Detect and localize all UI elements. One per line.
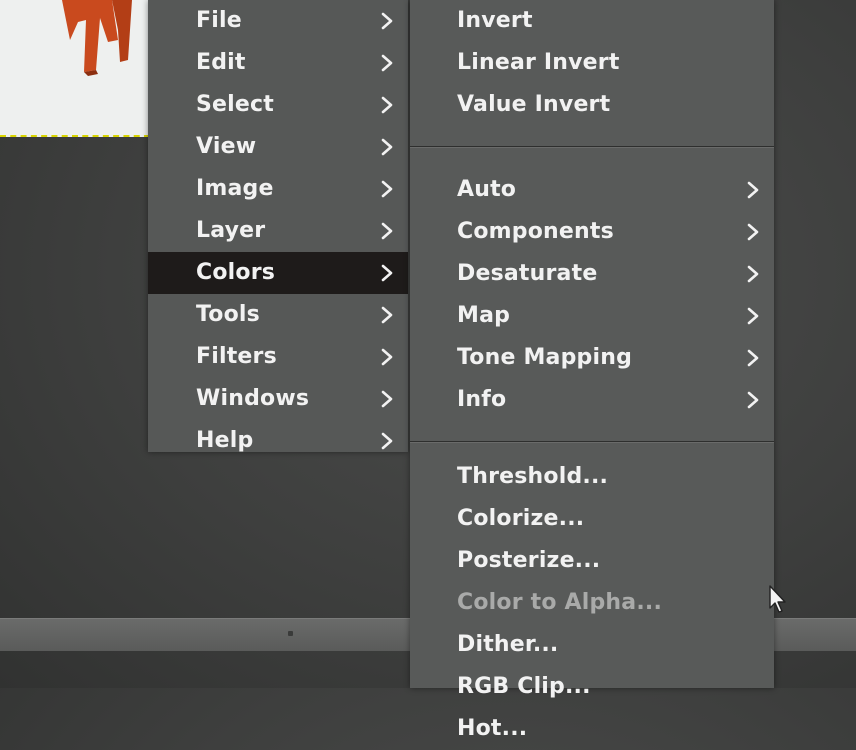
menu-item-label: Windows [196, 386, 310, 411]
menu-item-filters[interactable]: Filters [148, 336, 408, 378]
chevron-right-icon [381, 180, 393, 198]
menu-spacer [410, 148, 774, 169]
menu-item-label: Help [196, 428, 254, 453]
menu-item-view[interactable]: View [148, 126, 408, 168]
menu-item-file[interactable]: File [148, 0, 408, 42]
menu-spacer [410, 443, 774, 456]
menu-item-label: Hot... [457, 716, 528, 741]
menu-item-layer[interactable]: Layer [148, 210, 408, 252]
menu-item-label: Threshold... [457, 464, 609, 489]
menu-item-label: Desaturate [457, 261, 598, 286]
canvas-image-preview [0, 0, 150, 137]
menu-item-label: Image [196, 176, 274, 201]
menu-item-hot[interactable]: Hot... [410, 708, 774, 750]
chevron-right-icon [381, 306, 393, 324]
chevron-right-icon [381, 54, 393, 72]
menu-item-label: Dither... [457, 632, 559, 657]
menu-item-label: Linear Invert [457, 50, 620, 75]
menu-item-label: RGB Clip... [457, 674, 591, 699]
menu-item-info[interactable]: Info [410, 379, 774, 421]
mouse-cursor-icon [769, 585, 786, 613]
menu-item-label: Map [457, 303, 511, 328]
menu-item-label: Colors [196, 260, 276, 285]
menu-spacer [410, 126, 774, 146]
menu-item-dither[interactable]: Dither... [410, 624, 774, 666]
menu-item-label: Tools [196, 302, 260, 327]
menu-item-label: Value Invert [457, 92, 611, 117]
menu-item-tools[interactable]: Tools [148, 294, 408, 336]
chevron-right-icon [381, 348, 393, 366]
chevron-right-icon [747, 307, 759, 325]
menu-item-label: Edit [196, 50, 246, 75]
menu-item-label: Info [457, 387, 507, 412]
menu-item-value-invert[interactable]: Value Invert [410, 84, 774, 126]
menu-item-label: Colorize... [457, 506, 585, 531]
menu-item-label: Filters [196, 344, 277, 369]
menu-item-label: Invert [457, 8, 533, 33]
chevron-right-icon [747, 181, 759, 199]
menu-spacer [410, 421, 774, 441]
menu-item-label: Tone Mapping [457, 345, 633, 370]
menu-item-invert[interactable]: Invert [410, 0, 774, 42]
menu-item-help[interactable]: Help [148, 420, 408, 462]
menu-item-rgb-clip[interactable]: RGB Clip... [410, 666, 774, 708]
menu-item-threshold[interactable]: Threshold... [410, 456, 774, 498]
chevron-right-icon [747, 349, 759, 367]
chevron-right-icon [381, 432, 393, 450]
menu-item-select[interactable]: Select [148, 84, 408, 126]
menu-item-color-to-alpha: Color to Alpha... [410, 582, 774, 624]
chevron-right-icon [381, 390, 393, 408]
menu-item-label: View [196, 134, 257, 159]
menu-item-desaturate[interactable]: Desaturate [410, 253, 774, 295]
menu-item-image[interactable]: Image [148, 168, 408, 210]
chevron-right-icon [381, 96, 393, 114]
menu-item-components[interactable]: Components [410, 211, 774, 253]
menu-item-colorize[interactable]: Colorize... [410, 498, 774, 540]
chevron-right-icon [381, 264, 393, 282]
menu-item-linear-invert[interactable]: Linear Invert [410, 42, 774, 84]
menu-item-edit[interactable]: Edit [148, 42, 408, 84]
chevron-right-icon [381, 138, 393, 156]
menu-item-label: Select [196, 92, 274, 117]
chevron-right-icon [381, 12, 393, 30]
menu-item-label: Posterize... [457, 548, 601, 573]
menu-item-label: Layer [196, 218, 266, 243]
menu-item-tone-mapping[interactable]: Tone Mapping [410, 337, 774, 379]
scrollbar-grip[interactable] [288, 631, 293, 636]
chevron-right-icon [381, 222, 393, 240]
menu-item-label: File [196, 8, 242, 33]
menu-item-posterize[interactable]: Posterize... [410, 540, 774, 582]
menu-item-label: Color to Alpha... [457, 590, 663, 615]
menu-item-map[interactable]: Map [410, 295, 774, 337]
menu-item-windows[interactable]: Windows [148, 378, 408, 420]
colors-submenu: Invert Linear Invert Value Invert Auto C… [410, 0, 774, 741]
menu-item-colors[interactable]: Colors [148, 252, 408, 294]
chevron-right-icon [747, 391, 759, 409]
main-menu: File Edit Select View Image Layer Colors… [148, 0, 408, 453]
chevron-right-icon [747, 223, 759, 241]
menu-item-label: Components [457, 219, 614, 244]
chevron-right-icon [747, 265, 759, 283]
menu-item-label: Auto [457, 177, 517, 202]
menu-item-auto[interactable]: Auto [410, 169, 774, 211]
